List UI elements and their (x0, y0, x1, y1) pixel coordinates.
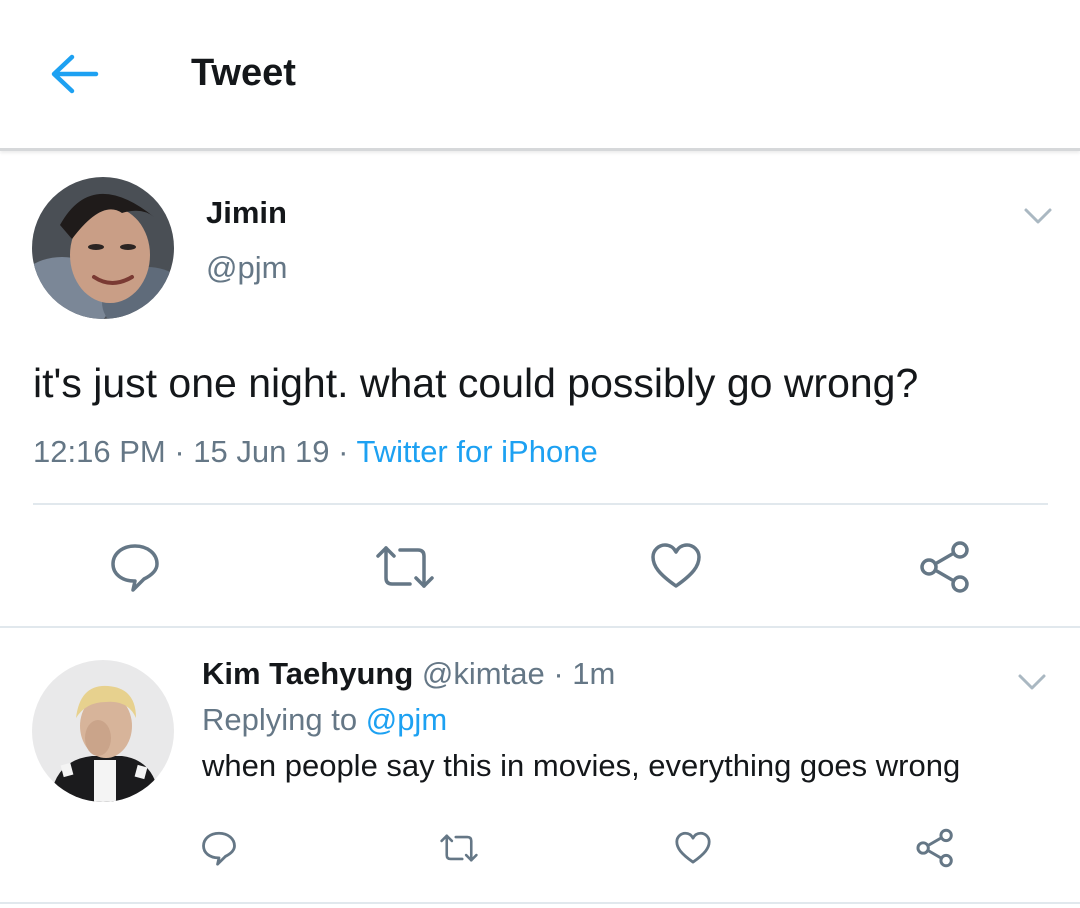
chevron-down-icon (1024, 208, 1052, 224)
replying-to: Replying to @pjm (202, 702, 447, 738)
retweet-button[interactable] (439, 831, 479, 870)
back-button[interactable] (48, 52, 100, 96)
replying-to-link[interactable]: @pjm (366, 702, 447, 737)
reply-button[interactable] (108, 540, 162, 599)
divider (33, 503, 1048, 505)
separator: · (174, 434, 185, 469)
reply-author-name[interactable]: Kim Taehyung (202, 656, 413, 691)
separator: · (553, 656, 564, 691)
author-handle[interactable]: @pjm (206, 250, 287, 286)
reply-icon (202, 831, 236, 866)
share-icon (920, 541, 969, 593)
arrow-left-icon (51, 54, 99, 94)
reply-icon (111, 544, 159, 592)
share-icon (916, 828, 953, 868)
tweet-text: it's just one night. what could possibly… (33, 360, 919, 406)
author-name[interactable]: Jimin (206, 195, 287, 231)
divider (0, 626, 1080, 628)
retweet-icon (440, 834, 478, 862)
page-title: Tweet (191, 52, 296, 94)
chevron-down-icon (1018, 674, 1046, 690)
reply-time: 1m (572, 656, 616, 691)
tweet-options-button[interactable] (1023, 203, 1053, 232)
reply-author-handle[interactable]: @kimtae (422, 656, 545, 691)
like-button[interactable] (674, 831, 712, 870)
reply-button[interactable] (200, 829, 238, 872)
separator: · (338, 434, 349, 469)
tweet-source-link[interactable]: Twitter for iPhone (356, 434, 597, 469)
like-icon (651, 543, 701, 588)
like-button[interactable] (649, 542, 703, 595)
reply-header: Kim Taehyung @kimtae · 1m (202, 656, 615, 692)
tweet-date: 15 Jun 19 (193, 434, 330, 469)
tweet-time: 12:16 PM (33, 434, 166, 469)
retweet-icon (376, 546, 434, 588)
top-app-bar: Tweet (0, 0, 1080, 151)
avatar[interactable] (32, 177, 174, 319)
like-icon (675, 831, 711, 864)
share-button[interactable] (918, 540, 972, 599)
avatar[interactable] (32, 660, 174, 802)
reply-text: when people say this in movies, everythi… (202, 748, 961, 783)
share-button[interactable] (915, 828, 955, 873)
reply-options-button[interactable] (1017, 669, 1047, 698)
tweet-meta: 12:16 PM · 15 Jun 19 · Twitter for iPhon… (33, 434, 598, 470)
divider (0, 902, 1080, 904)
replying-to-label: Replying to (202, 702, 358, 737)
retweet-button[interactable] (374, 542, 436, 597)
